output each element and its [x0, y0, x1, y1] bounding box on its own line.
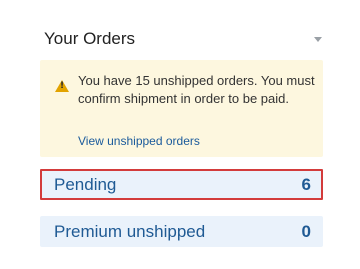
unshipped-orders-alert: You have 15 unshipped orders. You must c…: [40, 60, 323, 157]
warning-icon: [55, 80, 69, 92]
your-orders-widget: Your Orders You have 15 unshipped orders…: [30, 18, 336, 269]
pending-count: 6: [301, 175, 311, 194]
widget-header: Your Orders: [44, 28, 328, 50]
view-unshipped-orders-link[interactable]: View unshipped orders: [78, 133, 200, 149]
chevron-down-icon[interactable]: [314, 37, 322, 42]
premium-unshipped-row[interactable]: Premium unshipped 0: [40, 216, 323, 247]
alert-message: You have 15 unshipped orders. You must c…: [78, 73, 315, 106]
pending-label: Pending: [54, 175, 117, 194]
pending-orders-row[interactable]: Pending 6: [40, 169, 323, 200]
premium-unshipped-count: 0: [301, 222, 311, 241]
widget-title: Your Orders: [44, 29, 136, 48]
premium-unshipped-label: Premium unshipped: [54, 222, 206, 241]
